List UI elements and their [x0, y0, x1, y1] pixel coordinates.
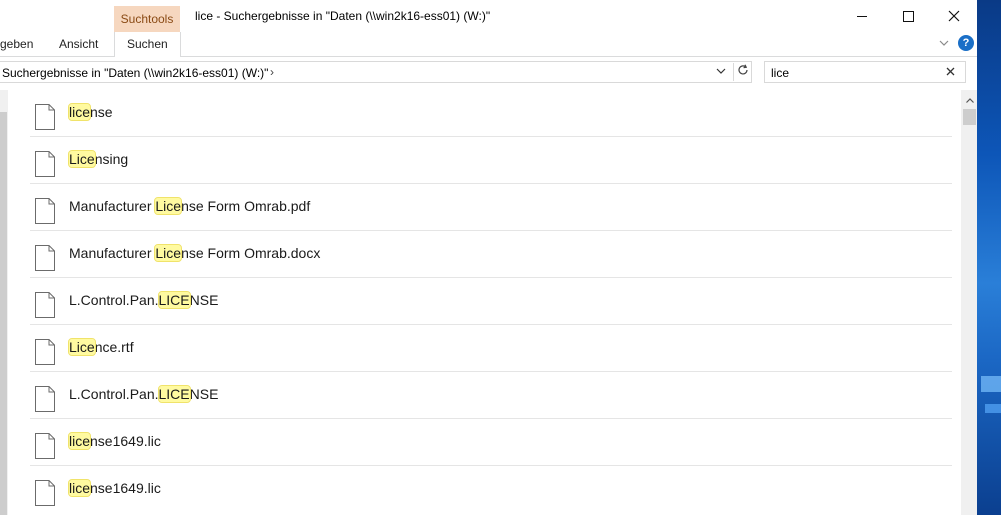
search-results-list: license Licensing Manufacturer License F…	[30, 90, 952, 515]
result-name: license1649.lic	[67, 479, 161, 497]
explorer-window: Suchtools lice - Suchergebnisse in "Date…	[0, 0, 977, 515]
document-icon	[35, 245, 55, 271]
result-item[interactable]: L.Control.Pan.LICENSE	[30, 278, 952, 325]
title-bar: Suchtools lice - Suchergebnisse in "Date…	[0, 0, 977, 32]
document-icon	[35, 198, 55, 224]
scroll-up-button[interactable]	[961, 92, 977, 109]
navigation-pane-scrollbar[interactable]	[0, 90, 8, 515]
tab-suchen[interactable]: Suchen	[114, 32, 181, 57]
result-name: Licence.rtf	[68, 338, 134, 356]
address-dropdown-button[interactable]	[716, 65, 726, 77]
match-highlight: Lice	[154, 197, 183, 215]
document-icon	[35, 339, 55, 365]
navigation-pane	[0, 90, 8, 515]
result-item[interactable]: L.Control.Pan.LICENSE	[30, 372, 952, 419]
chevron-up-icon	[965, 98, 974, 103]
navigation-row: Suchergebnisse in "Daten (\\win2k16-ess0…	[0, 57, 977, 89]
ribbon-expand-button[interactable]	[937, 36, 951, 50]
result-name: license1649.lic	[67, 432, 161, 450]
result-item[interactable]: license1649.lic	[30, 419, 952, 466]
window-title: lice - Suchergebnisse in "Daten (\\win2k…	[195, 9, 491, 23]
address-breadcrumb[interactable]: Suchergebnisse in "Daten (\\win2k16-ess0…	[2, 66, 268, 80]
desktop-background	[977, 0, 1001, 515]
results-scrollbar[interactable]	[961, 90, 977, 515]
result-name: Manufacturer License Form Omrab.pdf	[69, 197, 311, 215]
match-highlight: LICE	[157, 385, 191, 403]
document-icon	[35, 433, 55, 459]
search-box[interactable]	[764, 61, 966, 83]
result-item[interactable]: license	[30, 90, 952, 137]
match-highlight: lice	[67, 432, 92, 450]
result-name: Licensing	[68, 150, 129, 168]
result-item[interactable]: Licence.rtf	[30, 325, 952, 372]
match-highlight: Lice	[68, 338, 96, 356]
refresh-button[interactable]	[733, 63, 752, 81]
document-icon	[35, 104, 55, 130]
result-name: L.Control.Pan.LICENSE	[69, 385, 219, 403]
desktop-wallpaper-highlight	[981, 376, 1001, 392]
chevron-down-icon	[716, 68, 726, 74]
document-icon	[35, 480, 55, 506]
minimize-icon	[857, 15, 867, 17]
scroll-thumb[interactable]	[963, 109, 976, 125]
address-bar[interactable]: Suchergebnisse in "Daten (\\win2k16-ess0…	[0, 61, 752, 83]
document-icon	[35, 292, 55, 318]
maximize-icon	[902, 10, 914, 22]
match-highlight: lice	[67, 103, 92, 121]
document-icon	[35, 386, 55, 412]
match-highlight: lice	[67, 479, 92, 497]
navigation-pane-scroll-thumb[interactable]	[0, 112, 7, 515]
chevron-down-icon	[939, 40, 949, 46]
document-icon	[35, 151, 55, 177]
result-name: license	[67, 103, 113, 121]
context-tab-group-label: Suchtools	[114, 6, 180, 32]
match-highlight: Lice	[154, 244, 183, 262]
clear-search-button[interactable]	[946, 64, 955, 79]
minimize-button[interactable]	[839, 0, 885, 32]
result-item[interactable]: license1649.lic	[30, 466, 952, 513]
refresh-icon	[738, 64, 748, 75]
result-item[interactable]: Manufacturer License Form Omrab.docx	[30, 231, 952, 278]
match-highlight: LICE	[157, 291, 191, 309]
result-item[interactable]: Manufacturer License Form Omrab.pdf	[30, 184, 952, 231]
search-input[interactable]	[771, 65, 941, 80]
ribbon-tab-bar: geben Ansicht Suchen ?	[0, 32, 977, 57]
close-icon	[948, 10, 960, 22]
breadcrumb-chevron-icon[interactable]: ›	[270, 65, 274, 79]
result-name: Manufacturer License Form Omrab.docx	[69, 244, 321, 262]
close-button[interactable]	[931, 0, 977, 32]
desktop-wallpaper-highlight	[985, 404, 1001, 413]
result-name: L.Control.Pan.LICENSE	[69, 291, 219, 309]
close-icon	[946, 67, 955, 76]
tab-freigeben[interactable]: geben	[0, 32, 33, 56]
result-item[interactable]: Licensing	[30, 137, 952, 184]
match-highlight: Lice	[68, 150, 96, 168]
help-icon[interactable]: ?	[958, 35, 974, 51]
maximize-button[interactable]	[885, 0, 931, 32]
tab-ansicht[interactable]: Ansicht	[59, 32, 98, 56]
